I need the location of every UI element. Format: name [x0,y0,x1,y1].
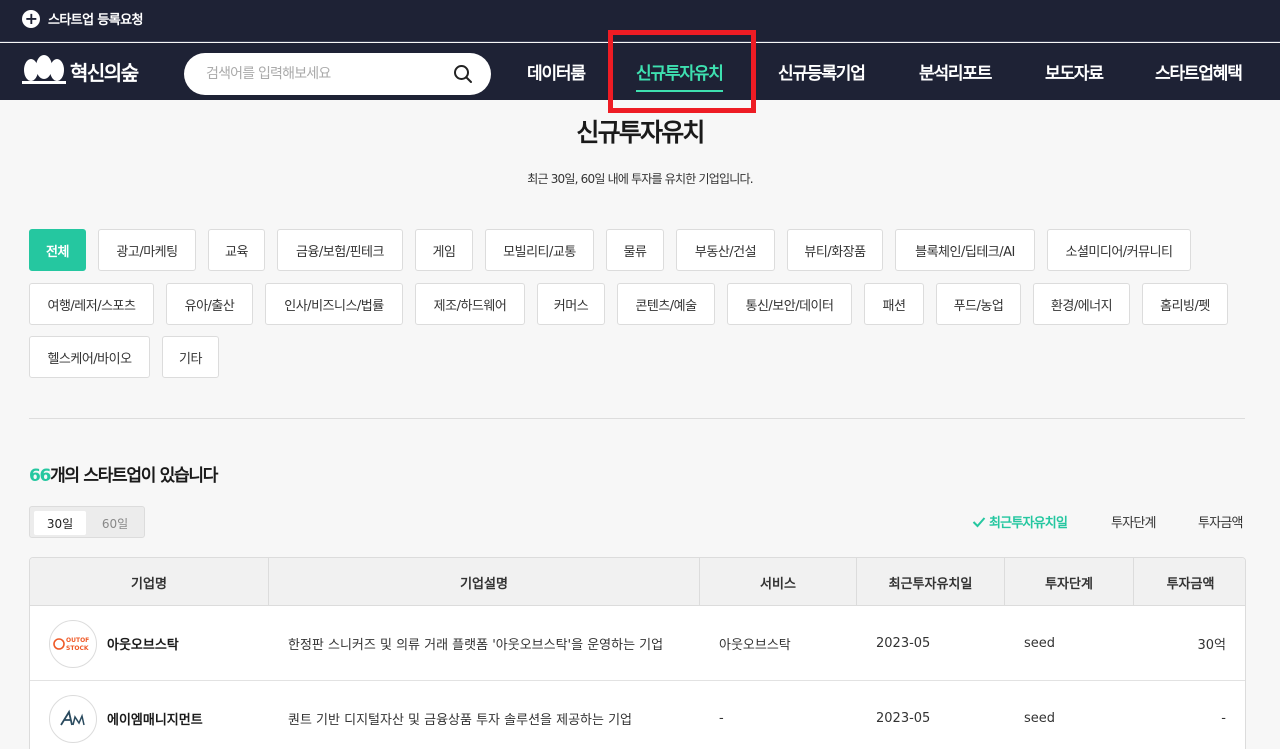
category-finance[interactable]: 금융/보험/핀테크 [277,229,403,271]
investment-amount: 30억 [1197,638,1226,653]
startup-table: 기업명 기업설명 서비스 최근투자유치일 투자단계 투자금액 OUTOF STO… [29,557,1246,749]
highlight-annotation-box [608,30,756,113]
nav-analysis-report[interactable]: 분석리포트 [919,43,992,100]
company-name[interactable]: 에이엠매니지먼트 [107,709,203,728]
category-education[interactable]: 교육 [208,229,265,271]
result-count-number: 66 [29,466,51,486]
period-toggle: 30일 60일 [29,506,145,538]
category-infant[interactable]: 유아/출산 [166,283,253,325]
category-food[interactable]: 푸드/농업 [936,283,1021,325]
header-service: 서비스 [700,558,857,606]
search-box [184,53,491,95]
company-name[interactable]: 아웃오브스탁 [107,634,179,653]
company-description: 한정판 스니커즈 및 의류 거래 플랫폼 '아웃오브스탁'을 운영하는 기업 [288,638,664,653]
result-count-suffix: 개의 스타트업이 있습니다 [50,466,218,486]
period-30-button[interactable]: 30일 [34,511,86,535]
sort-recent-label: 최근투자유치일 [989,516,1068,531]
sort-recent-investment[interactable]: 최근투자유치일 [972,512,1068,531]
category-commerce[interactable]: 커머스 [537,283,605,325]
investment-stage: seed [1024,711,1056,726]
table-row[interactable]: OUTOF STOCK 아웃오브스탁 한정판 스니커즈 및 의류 거래 플랫폼 … [30,606,1245,681]
nav-press-release[interactable]: 보도자료 [1045,43,1104,100]
category-hr-business[interactable]: 인사/비즈니스/법률 [265,283,403,325]
category-manufacturing[interactable]: 제조/하드웨어 [415,283,525,325]
investment-amount: - [1221,711,1226,726]
header-recent-date: 최근투자유치일 [857,558,1005,606]
category-telecom[interactable]: 통신/보안/데이터 [727,283,852,325]
category-ad-marketing[interactable]: 광고/마케팅 [98,229,196,271]
plus-icon: + [22,9,40,28]
company-cell: OUTOF STOCK 아웃오브스탁 [49,606,179,681]
page-subtitle: 최근 30일, 60일 내에 투자를 유치한 기업입니다. [527,172,753,186]
nav-startup-benefits[interactable]: 스타트업혜택 [1155,43,1243,100]
result-count: 66개의 스타트업이 있습니다 [29,461,218,486]
logo-text: 혁신의숲 [70,60,139,85]
category-mobility[interactable]: 모빌리티/교통 [485,229,594,271]
logo-text-line2: STOCK [66,645,89,652]
category-contents[interactable]: 콘텐츠/예술 [617,283,715,325]
section-divider [29,418,1245,419]
search-icon[interactable] [453,64,473,88]
company-logo [49,694,97,743]
site-logo[interactable]: 혁신의숲 [22,55,139,87]
header-amount: 투자금액 [1166,576,1215,592]
table-row[interactable]: 에이엠매니지먼트 퀀트 기반 디지털자산 및 금융상품 투자 솔루션을 제공하는… [30,681,1245,749]
category-logistics[interactable]: 물류 [606,229,664,271]
period-60-button[interactable]: 60일 [89,511,141,535]
service-name: 아웃오브스탁 [719,638,791,653]
company-cell: 에이엠매니지먼트 [49,681,203,749]
category-healthcare[interactable]: 헬스케어/바이오 [29,336,150,378]
company-logo: OUTOF STOCK [49,619,97,668]
category-real-estate[interactable]: 부동산/건설 [676,229,775,271]
register-label: 스타트업 등록요청 [48,13,143,28]
search-input[interactable] [206,63,446,85]
category-all[interactable]: 전체 [29,229,86,271]
nav-new-registered[interactable]: 신규등록기업 [778,43,866,100]
category-etc[interactable]: 기타 [162,336,219,378]
category-beauty[interactable]: 뷰티/화장품 [787,229,883,271]
header-company: 기업명 [30,558,269,606]
company-description: 퀀트 기반 디지털자산 및 금융상품 투자 솔루션을 제공하는 기업 [288,713,633,728]
service-name: - [719,711,724,726]
category-home-pet[interactable]: 홈리빙/펫 [1142,283,1228,325]
category-fashion[interactable]: 패션 [864,283,924,325]
check-icon [972,517,986,528]
sort-investment-stage[interactable]: 투자단계 [1111,512,1156,531]
logo-text-line1: OUTOF [66,637,89,644]
investment-date: 2023-05 [876,711,931,726]
category-blockchain[interactable]: 블록체인/딥테크/AI [895,229,1035,271]
category-travel[interactable]: 여행/레저/스포츠 [29,283,154,325]
header-stage: 투자단계 [1005,558,1134,606]
header-description: 기업설명 [269,558,700,606]
table-header: 기업명 기업설명 서비스 최근투자유치일 투자단계 투자금액 [30,558,1245,606]
investment-stage: seed [1024,636,1056,651]
category-environment[interactable]: 환경/에너지 [1033,283,1130,325]
investment-date: 2023-05 [876,636,931,651]
page-title: 신규투자유치 [576,118,705,147]
register-startup-link[interactable]: + 스타트업 등록요청 [22,9,143,28]
nav-dataroom[interactable]: 데이터룸 [527,43,586,100]
category-social[interactable]: 소셜미디어/커뮤니티 [1047,229,1191,271]
tree-logo-icon [22,55,66,84]
sort-investment-amount[interactable]: 투자금액 [1198,512,1243,531]
category-game[interactable]: 게임 [415,229,473,271]
